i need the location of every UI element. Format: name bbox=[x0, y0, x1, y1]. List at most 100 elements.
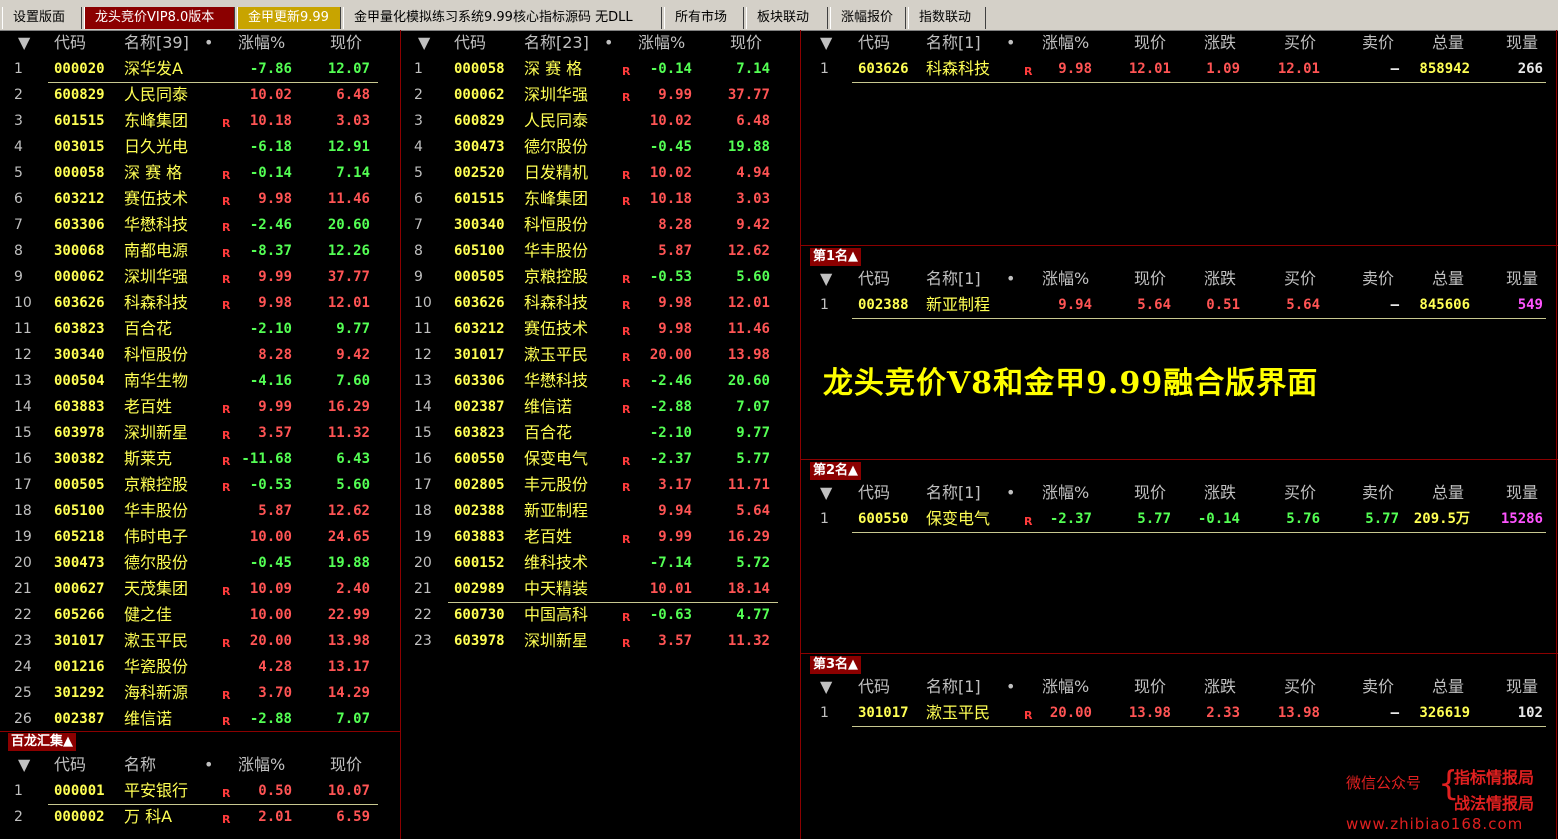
col-change[interactable]: 涨幅% bbox=[1042, 674, 1089, 700]
table-row[interactable]: 10 603626 科森科技 R 9.98 12.01 bbox=[0, 290, 400, 316]
table-row[interactable]: 20 300473 德尔股份 -0.45 19.88 bbox=[0, 550, 400, 576]
bailong-section-title[interactable]: 百龙汇集▲ bbox=[8, 733, 76, 751]
col-price[interactable]: 现价 bbox=[330, 30, 362, 56]
sort-icon[interactable]: ▼ bbox=[820, 30, 832, 56]
table-row[interactable]: 16 600550 保变电气 R -2.37 5.77 bbox=[400, 446, 800, 472]
table-row[interactable]: 13 000504 南华生物 -4.16 7.60 bbox=[0, 368, 400, 394]
tab-5[interactable]: 板块联动 bbox=[746, 7, 828, 29]
rank-title-1[interactable]: 第1名▲ bbox=[810, 248, 862, 266]
table-row[interactable]: 7 300340 科恒股份 8.28 9.42 bbox=[400, 212, 800, 238]
table-row[interactable]: 3 600829 人民同泰 10.02 6.48 bbox=[400, 108, 800, 134]
table-row[interactable]: 21 000627 天茂集团 R 10.09 2.40 bbox=[0, 576, 400, 602]
sort-icon[interactable]: ▼ bbox=[820, 266, 832, 292]
col-total[interactable]: 总量 bbox=[1432, 480, 1464, 506]
col-change[interactable]: 涨幅% bbox=[638, 30, 685, 56]
table-row[interactable]: 2 000002 万 科A R 2.01 6.59 bbox=[0, 804, 400, 830]
col-code[interactable]: 代码 bbox=[858, 674, 890, 700]
sort-icon[interactable]: ▼ bbox=[18, 30, 30, 56]
col-volume[interactable]: 现量 bbox=[1506, 674, 1538, 700]
col-change[interactable]: 涨幅% bbox=[238, 30, 285, 56]
col-price[interactable]: 现价 bbox=[330, 752, 362, 778]
table-row[interactable]: 15 603978 深圳新星 R 3.57 11.32 bbox=[0, 420, 400, 446]
col-bid[interactable]: 买价 bbox=[1284, 480, 1316, 506]
table-row[interactable]: 19 605218 伟时电子 10.00 24.65 bbox=[0, 524, 400, 550]
tab-2[interactable]: 金甲更新9.99 bbox=[237, 7, 341, 29]
table-row[interactable]: 25 301292 海科新源 R 3.70 14.29 bbox=[0, 680, 400, 706]
col-ask[interactable]: 卖价 bbox=[1362, 480, 1394, 506]
table-row[interactable]: 16 300382 斯莱克 R -11.68 6.43 bbox=[0, 446, 400, 472]
col-name[interactable]: 名称[1] bbox=[926, 266, 981, 292]
col-price[interactable]: 现价 bbox=[1134, 480, 1166, 506]
table-row[interactable]: 26 002387 维信诺 R -2.88 7.07 bbox=[0, 706, 400, 730]
col-price[interactable]: 现价 bbox=[1134, 674, 1166, 700]
sort-icon[interactable]: ▼ bbox=[820, 480, 832, 506]
table-row[interactable]: 9 000062 深圳华强 R 9.99 37.77 bbox=[0, 264, 400, 290]
col-diff[interactable]: 涨跌 bbox=[1204, 266, 1236, 292]
sort-icon[interactable]: ▼ bbox=[820, 674, 832, 700]
col-code[interactable]: 代码 bbox=[858, 266, 890, 292]
tab-7[interactable]: 指数联动 bbox=[908, 7, 986, 29]
quote-row[interactable]: 603626 科森科技 R 9.98 12.01 1.09 12.01 — 858942 266 bbox=[852, 56, 1546, 83]
table-row[interactable]: 5 000058 深 赛 格 R -0.14 7.14 bbox=[0, 160, 400, 186]
col-change[interactable]: 涨幅% bbox=[1042, 266, 1089, 292]
col-price[interactable]: 现价 bbox=[1134, 266, 1166, 292]
table-row[interactable]: 4 003015 日久光电 -6.18 12.91 bbox=[0, 134, 400, 160]
col-ask[interactable]: 卖价 bbox=[1362, 674, 1394, 700]
table-row[interactable]: 14 002387 维信诺 R -2.88 7.07 bbox=[400, 394, 800, 420]
table-row[interactable]: 9 000505 京粮控股 R -0.53 5.60 bbox=[400, 264, 800, 290]
table-row[interactable]: 1 000020 深华发A -7.86 12.07 bbox=[14, 56, 378, 83]
table-row[interactable]: 13 603306 华懋科技 R -2.46 20.60 bbox=[400, 368, 800, 394]
table-row[interactable]: 20 600152 维科技术 -7.14 5.72 bbox=[400, 550, 800, 576]
col-volume[interactable]: 现量 bbox=[1506, 480, 1538, 506]
col-price[interactable]: 现价 bbox=[1134, 30, 1166, 56]
sort-icon[interactable]: ▼ bbox=[18, 752, 30, 778]
table-row[interactable]: 1 000001 平安银行 R 0.50 10.07 bbox=[14, 778, 378, 805]
table-row[interactable]: 19 603883 老百姓 R 9.99 16.29 bbox=[400, 524, 800, 550]
stock-list-left[interactable]: ▼ 代码 名称[39] • 涨幅% 现价 1 000020 深华发A -7.86 12.07 2 600… bbox=[0, 30, 400, 730]
table-row[interactable]: 2 000062 深圳华强 R 9.99 37.77 bbox=[400, 82, 800, 108]
table-row[interactable]: 14 603883 老百姓 R 9.99 16.29 bbox=[0, 394, 400, 420]
tab-4[interactable]: 所有市场 bbox=[664, 7, 744, 29]
table-row[interactable]: 6 601515 东峰集团 R 10.18 3.03 bbox=[400, 186, 800, 212]
table-row[interactable]: 11 603212 赛伍技术 R 9.98 11.46 bbox=[400, 316, 800, 342]
bailong-list[interactable]: ▼ 代码 名称 • 涨幅% 现价 1 000001 平安银行 R 0.50 10.07 2 000002 万… bbox=[0, 752, 400, 839]
col-change[interactable]: 涨幅% bbox=[238, 752, 285, 778]
col-change[interactable]: 涨幅% bbox=[1042, 30, 1089, 56]
tab-3[interactable]: 金甲量化模拟练习系统9.99核心指标源码 无DLL bbox=[343, 7, 662, 29]
table-row[interactable]: 18 605100 华丰股份 5.87 12.62 bbox=[0, 498, 400, 524]
table-row[interactable]: 22 600730 中国高科 R -0.63 4.77 bbox=[400, 602, 800, 628]
col-code[interactable]: 代码 bbox=[858, 30, 890, 56]
table-row[interactable]: 23 603978 深圳新星 R 3.57 11.32 bbox=[400, 628, 800, 650]
table-row[interactable]: 21 002989 中天精装 10.01 18.14 bbox=[414, 576, 778, 603]
table-row[interactable]: 15 603823 百合花 -2.10 9.77 bbox=[400, 420, 800, 446]
col-total[interactable]: 总量 bbox=[1432, 30, 1464, 56]
col-diff[interactable]: 涨跌 bbox=[1204, 30, 1236, 56]
col-ask[interactable]: 卖价 bbox=[1362, 30, 1394, 56]
table-row[interactable]: 1 000058 深 赛 格 R -0.14 7.14 bbox=[400, 56, 800, 82]
table-row[interactable]: 2 600829 人民同泰 10.02 6.48 bbox=[0, 82, 400, 108]
tab-1[interactable]: 龙头竞价VIP8.0版本 bbox=[84, 7, 235, 29]
table-row[interactable]: 12 300340 科恒股份 8.28 9.42 bbox=[0, 342, 400, 368]
rank-title-2[interactable]: 第2名▲ bbox=[810, 462, 862, 480]
rank-title-3[interactable]: 第3名▲ bbox=[810, 656, 862, 674]
table-row[interactable]: 17 002805 丰元股份 R 3.17 11.71 bbox=[400, 472, 800, 498]
quote-row[interactable]: 600550 保变电气 R -2.37 5.77 -0.14 5.76 5.77 209.5万 1… bbox=[852, 506, 1546, 533]
table-row[interactable]: 11 603823 百合花 -2.10 9.77 bbox=[0, 316, 400, 342]
table-row[interactable]: 17 000505 京粮控股 R -0.53 5.60 bbox=[0, 472, 400, 498]
col-ask[interactable]: 卖价 bbox=[1362, 266, 1394, 292]
table-row[interactable]: 7 603306 华懋科技 R -2.46 20.60 bbox=[0, 212, 400, 238]
tab-6[interactable]: 涨幅报价 bbox=[830, 7, 906, 29]
col-change[interactable]: 涨幅% bbox=[1042, 480, 1089, 506]
tab-0[interactable]: 设置版面 bbox=[2, 7, 82, 29]
col-bid[interactable]: 买价 bbox=[1284, 30, 1316, 56]
table-row[interactable]: 4 300473 德尔股份 -0.45 19.88 bbox=[400, 134, 800, 160]
quote-row[interactable]: 002388 新亚制程 9.94 5.64 0.51 5.64 — 845606 549 bbox=[852, 292, 1546, 319]
col-diff[interactable]: 涨跌 bbox=[1204, 480, 1236, 506]
table-row[interactable]: 5 002520 日发精机 R 10.02 4.94 bbox=[400, 160, 800, 186]
col-total[interactable]: 总量 bbox=[1432, 674, 1464, 700]
table-row[interactable]: 6 603212 赛伍技术 R 9.98 11.46 bbox=[0, 186, 400, 212]
col-volume[interactable]: 现量 bbox=[1506, 30, 1538, 56]
col-total[interactable]: 总量 bbox=[1432, 266, 1464, 292]
table-row[interactable]: 8 605100 华丰股份 5.87 12.62 bbox=[400, 238, 800, 264]
col-bid[interactable]: 买价 bbox=[1284, 266, 1316, 292]
